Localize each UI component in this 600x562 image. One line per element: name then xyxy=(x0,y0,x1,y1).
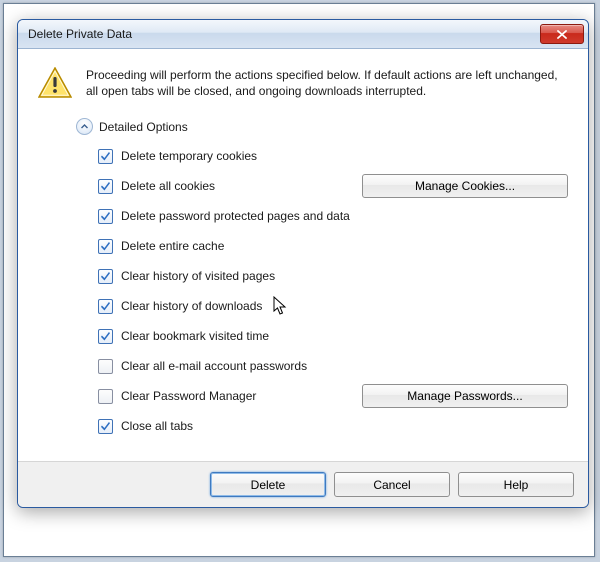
delete-button-label: Delete xyxy=(251,478,286,492)
warning-icon xyxy=(38,67,72,102)
window-title: Delete Private Data xyxy=(28,27,540,41)
option-label[interactable]: Delete temporary cookies xyxy=(98,149,257,164)
option-label[interactable]: Delete entire cache xyxy=(98,239,224,254)
dialog-footer: Delete Cancel Help xyxy=(18,461,588,507)
detailed-options-label: Detailed Options xyxy=(99,120,188,134)
chevron-up-icon xyxy=(76,118,93,135)
option-text: Clear history of visited pages xyxy=(121,269,275,283)
option-text: Delete password protected pages and data xyxy=(121,209,350,223)
option-text: Close all tabs xyxy=(121,419,193,433)
side-button-label: Manage Cookies... xyxy=(415,179,515,193)
dialog-body: Proceeding will perform the actions spec… xyxy=(18,49,588,114)
checkbox[interactable] xyxy=(98,149,113,164)
warning-text: Proceeding will perform the actions spec… xyxy=(86,67,568,102)
option-label[interactable]: Clear all e-mail account passwords xyxy=(98,359,307,374)
option-row: Clear history of downloads xyxy=(98,291,568,321)
cancel-button-label: Cancel xyxy=(373,478,410,492)
detailed-options-toggle[interactable]: Detailed Options xyxy=(76,118,568,135)
options-list: Delete temporary cookies Delete all cooki… xyxy=(98,141,568,441)
option-text: Delete temporary cookies xyxy=(121,149,257,163)
option-text: Delete entire cache xyxy=(121,239,224,253)
option-row: Clear all e-mail account passwords xyxy=(98,351,568,381)
checkbox[interactable] xyxy=(98,179,113,194)
option-row: Delete password protected pages and data xyxy=(98,201,568,231)
delete-button[interactable]: Delete xyxy=(210,472,326,497)
option-text: Clear all e-mail account passwords xyxy=(121,359,307,373)
checkbox[interactable] xyxy=(98,419,113,434)
checkbox[interactable] xyxy=(98,359,113,374)
close-button[interactable] xyxy=(540,24,584,44)
manage-cookies-button[interactable]: Manage Cookies... xyxy=(362,174,568,198)
cancel-button[interactable]: Cancel xyxy=(334,472,450,497)
options-area: Detailed Options Delete temporary cookie… xyxy=(18,114,588,461)
option-row: Close all tabs xyxy=(98,411,568,441)
checkbox[interactable] xyxy=(98,389,113,404)
option-label[interactable]: Delete all cookies xyxy=(98,179,215,194)
option-text: Clear history of downloads xyxy=(121,299,262,313)
option-label[interactable]: Clear bookmark visited time xyxy=(98,329,269,344)
option-label[interactable]: Close all tabs xyxy=(98,419,193,434)
option-text: Clear bookmark visited time xyxy=(121,329,269,343)
side-button-label: Manage Passwords... xyxy=(407,389,522,403)
option-row: Clear bookmark visited time xyxy=(98,321,568,351)
help-button[interactable]: Help xyxy=(458,472,574,497)
option-row: Clear history of visited pages xyxy=(98,261,568,291)
help-button-label: Help xyxy=(504,478,529,492)
option-row: Clear Password Manager Manage Passwords..… xyxy=(98,381,568,411)
outer-frame: Delete Private Data Proceeding will perf… xyxy=(3,3,595,557)
option-label[interactable]: Clear Password Manager xyxy=(98,389,256,404)
option-row: Delete temporary cookies xyxy=(98,141,568,171)
titlebar[interactable]: Delete Private Data xyxy=(18,20,588,49)
option-text: Delete all cookies xyxy=(121,179,215,193)
checkbox[interactable] xyxy=(98,299,113,314)
option-label[interactable]: Clear history of visited pages xyxy=(98,269,275,284)
dialog-window: Delete Private Data Proceeding will perf… xyxy=(17,19,589,508)
option-label[interactable]: Delete password protected pages and data xyxy=(98,209,350,224)
option-text: Clear Password Manager xyxy=(121,389,256,403)
manage-passwords-button[interactable]: Manage Passwords... xyxy=(362,384,568,408)
checkbox[interactable] xyxy=(98,269,113,284)
option-row: Delete entire cache xyxy=(98,231,568,261)
checkbox[interactable] xyxy=(98,239,113,254)
option-row: Delete all cookies Manage Cookies... xyxy=(98,171,568,201)
option-label[interactable]: Clear history of downloads xyxy=(98,299,262,314)
checkbox[interactable] xyxy=(98,209,113,224)
checkbox[interactable] xyxy=(98,329,113,344)
close-icon xyxy=(557,30,567,39)
